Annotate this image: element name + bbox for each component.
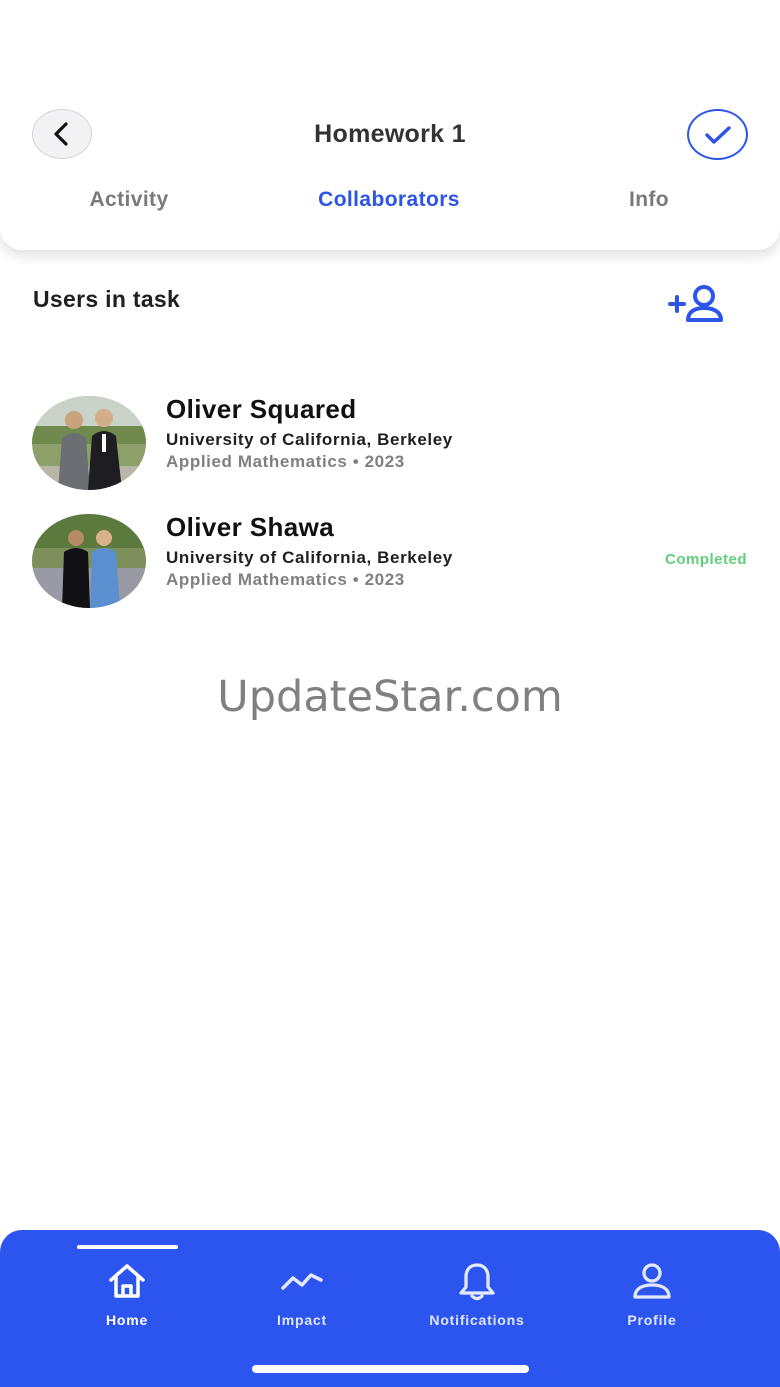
nav-profile[interactable]: Profile xyxy=(577,1260,727,1330)
tab-activity[interactable]: Activity xyxy=(89,188,168,212)
nav-label-notifications: Notifications xyxy=(429,1312,525,1328)
add-user-icon xyxy=(668,285,723,322)
home-icon xyxy=(105,1260,149,1302)
user-row[interactable]: Oliver Shawa University of California, B… xyxy=(0,512,780,614)
nav-label-impact: Impact xyxy=(277,1312,327,1328)
user-name: Oliver Shawa xyxy=(166,512,335,542)
tab-collaborators[interactable]: Collaborators xyxy=(318,188,460,212)
user-school: University of California, Berkeley xyxy=(166,430,453,449)
check-icon xyxy=(704,125,731,144)
page-title: Homework 1 xyxy=(314,120,466,148)
status-badge: Completed xyxy=(664,551,747,568)
active-tab-indicator xyxy=(77,1245,178,1249)
avatar xyxy=(32,514,146,608)
user-major: Applied Mathematics • 2023 xyxy=(166,452,405,471)
nav-impact[interactable]: Impact xyxy=(227,1260,377,1330)
add-user-button[interactable] xyxy=(664,282,728,326)
bottom-navigation: Home Impact Notifications Profile xyxy=(0,1230,780,1387)
tab-bar: Activity Collaborators Info xyxy=(0,188,780,220)
user-name: Oliver Squared xyxy=(166,394,357,424)
bell-icon xyxy=(455,1260,499,1302)
user-major: Applied Mathematics • 2023 xyxy=(166,570,405,589)
user-row[interactable]: Oliver Squared University of California,… xyxy=(0,394,780,496)
section-title: Users in task xyxy=(33,286,181,312)
confirm-button[interactable] xyxy=(687,109,748,160)
nav-home[interactable]: Home xyxy=(52,1260,202,1330)
trend-line-icon xyxy=(280,1260,324,1302)
avatar xyxy=(32,396,146,490)
person-icon xyxy=(630,1260,674,1302)
tab-info[interactable]: Info xyxy=(629,188,669,212)
nav-label-profile: Profile xyxy=(627,1312,677,1328)
nav-label-home: Home xyxy=(105,1312,149,1328)
user-school: University of California, Berkeley xyxy=(166,548,453,567)
watermark: UpdateStar.com xyxy=(217,672,563,722)
home-indicator[interactable] xyxy=(252,1365,529,1373)
nav-notifications[interactable]: Notifications xyxy=(402,1260,552,1330)
header: Homework 1 Activity Collaborators Info xyxy=(0,0,780,250)
